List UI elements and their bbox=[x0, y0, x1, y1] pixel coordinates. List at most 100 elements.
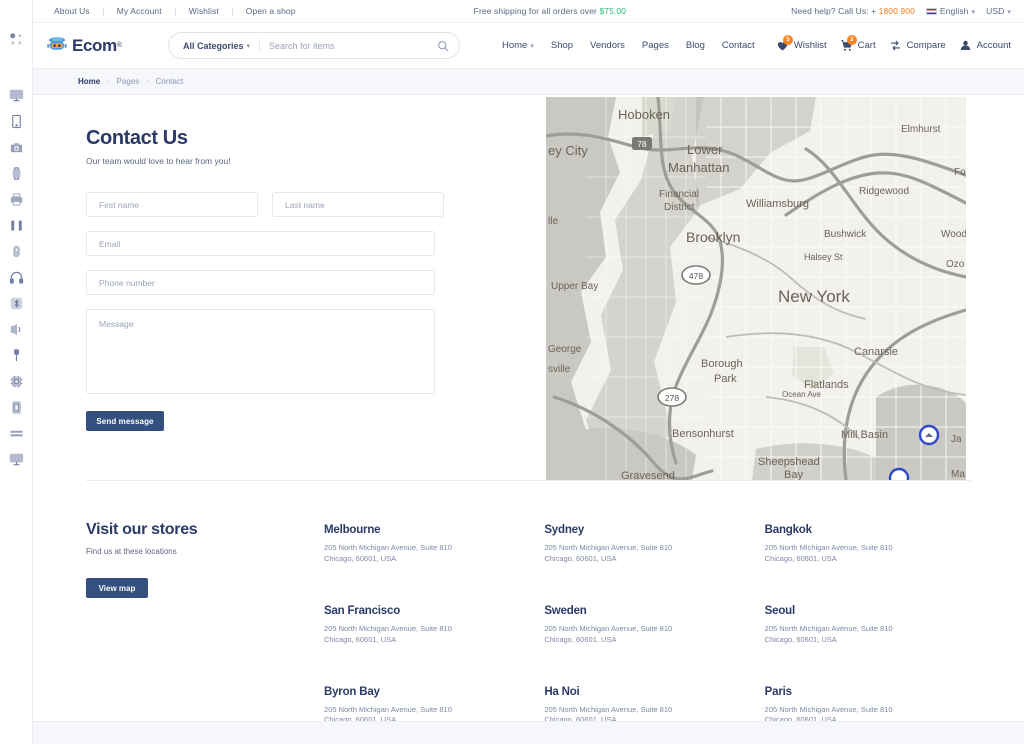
topbar-right-group: Need help? Call Us: + 1800 900 English ▾ … bbox=[791, 6, 1011, 16]
search-bar[interactable]: All Categories ▾ Search for items bbox=[168, 32, 460, 59]
cart-button[interactable]: 3 Cart bbox=[840, 34, 876, 53]
topbar-link-wishlist[interactable]: Wishlist bbox=[176, 6, 232, 16]
stores-subtitle: Find us at these locations bbox=[86, 547, 177, 556]
mouse-icon[interactable] bbox=[7, 242, 25, 260]
account-button[interactable]: Account bbox=[959, 39, 1011, 53]
chip-icon[interactable] bbox=[7, 372, 25, 390]
nav-item-home[interactable]: Home ▾ bbox=[502, 40, 534, 51]
map-place-label: George bbox=[548, 344, 582, 355]
map-place-label: Canarsie bbox=[854, 346, 898, 358]
headphones-icon[interactable] bbox=[7, 268, 25, 286]
language-label: English bbox=[939, 6, 969, 16]
topbar-link-about-us[interactable]: About Us bbox=[46, 6, 103, 16]
breadcrumb: Home › Pages › Contact bbox=[33, 68, 1024, 95]
name-row: First name Last name bbox=[86, 192, 466, 217]
map-place-label: Bay bbox=[784, 469, 803, 480]
brand-logo[interactable]: Ecom ® bbox=[46, 36, 156, 56]
brand-name: Ecom bbox=[72, 35, 117, 55]
store-address-line2: Chicago, 60601, USA bbox=[764, 553, 837, 563]
store-card[interactable]: Bangkok 205 North Michigan Avenue, Suite… bbox=[765, 524, 971, 565]
support-phone[interactable]: Need help? Call Us: + 1800 900 bbox=[791, 6, 915, 16]
view-map-button[interactable]: View map bbox=[86, 578, 148, 598]
store-card[interactable]: Melbourne 205 North Michigan Avenue, Sui… bbox=[324, 524, 530, 565]
stores-title: Visit our stores bbox=[86, 521, 198, 538]
map-place-label: Elmhurst bbox=[901, 124, 941, 135]
map-place-label: Park bbox=[714, 373, 737, 385]
send-message-button[interactable]: Send message bbox=[86, 411, 164, 431]
store-city: San Francisco bbox=[324, 604, 401, 617]
topbar-links[interactable]: About Us My Account Wishlist Open a shop bbox=[46, 6, 309, 16]
search-input[interactable]: Search for items bbox=[269, 41, 437, 51]
camera-icon[interactable] bbox=[7, 138, 25, 156]
map-place-label: Bushwick bbox=[824, 229, 867, 240]
wishlist-badge: 5 bbox=[782, 34, 793, 45]
store-card[interactable]: Seoul 205 North Michigan Avenue, Suite 8… bbox=[765, 605, 971, 646]
store-address: 205 North Michigan Avenue, Suite 810 Chic… bbox=[324, 543, 530, 565]
smartwatch-icon[interactable] bbox=[7, 164, 25, 182]
store-card[interactable]: Sweden 205 North Michigan Avenue, Suite … bbox=[544, 605, 750, 646]
map-place-label: ey City bbox=[548, 143, 588, 158]
store-card[interactable]: San Francisco 205 North Michigan Avenue,… bbox=[324, 605, 530, 646]
store-address-line2: Chicago, 60601, USA bbox=[324, 634, 397, 644]
highway-shield: 78 bbox=[632, 137, 652, 150]
search-icon[interactable] bbox=[437, 40, 449, 52]
speaker-icon[interactable] bbox=[7, 320, 25, 338]
topbar-link-my-account[interactable]: My Account bbox=[104, 6, 175, 16]
last-name-input[interactable]: Last name bbox=[272, 192, 444, 217]
category-select-label[interactable]: All Categories bbox=[183, 41, 244, 51]
location-map[interactable]: 78 478 278 Hoboken Elmhurst ey City Lower Ma… bbox=[546, 97, 966, 480]
store-city: Sydney bbox=[544, 524, 585, 536]
topbar-link-open-a-shop[interactable]: Open a shop bbox=[233, 6, 309, 16]
tablet-icon[interactable] bbox=[7, 112, 25, 130]
store-address-line1: 205 North Michigan Avenue, Suite 810 bbox=[764, 543, 893, 552]
message-textarea[interactable]: Message bbox=[86, 309, 435, 394]
store-address-line1: 205 North Michigan Avenue, Suite 810 bbox=[764, 623, 893, 633]
map-place-label: Borough bbox=[701, 358, 743, 370]
map-place-label: Upper Bay bbox=[551, 281, 598, 292]
map-place-label: Mill Basin bbox=[841, 429, 888, 441]
compare-button[interactable]: Compare bbox=[889, 39, 946, 53]
desktop-icon[interactable] bbox=[7, 450, 25, 468]
category-icon-rail[interactable] bbox=[0, 0, 33, 744]
bluetooth-icon[interactable] bbox=[7, 294, 25, 312]
nav-item-pages[interactable]: Pages bbox=[642, 40, 669, 51]
stores-section: Visit our stores Find us at these locati… bbox=[33, 481, 1024, 726]
map-place-label: Manhattan bbox=[668, 160, 729, 175]
chevron-right-icon: › bbox=[146, 78, 149, 85]
main-navigation[interactable]: Home ▾ Shop Vendors Pages Blog Contact bbox=[502, 40, 755, 51]
chevron-down-icon: ▾ bbox=[971, 9, 976, 16]
keyboard-icon[interactable] bbox=[7, 424, 25, 442]
wishlist-button[interactable]: 5 Wishlist bbox=[776, 34, 827, 53]
nav-item-contact[interactable]: Contact bbox=[722, 40, 755, 51]
language-selector[interactable]: English ▾ bbox=[925, 6, 976, 16]
monitor-icon[interactable] bbox=[7, 86, 25, 104]
map-canvas: 78 478 278 Hoboken Elmhurst ey City Lower Ma… bbox=[546, 97, 966, 480]
printer-icon[interactable] bbox=[7, 190, 25, 208]
breadcrumb-item-home[interactable]: Home bbox=[78, 77, 100, 86]
currency-selector[interactable]: USD ▾ bbox=[986, 6, 1011, 16]
map-location-marker-secondary[interactable] bbox=[888, 467, 910, 480]
earbuds-icon[interactable] bbox=[7, 216, 25, 234]
stores-grid: Melbourne 205 North Michigan Avenue, Sui… bbox=[291, 521, 971, 726]
utility-topbar: About Us My Account Wishlist Open a shop… bbox=[33, 0, 1024, 23]
phone-input[interactable]: Phone number bbox=[86, 270, 435, 295]
nav-item-shop[interactable]: Shop bbox=[551, 40, 573, 51]
map-location-marker[interactable] bbox=[918, 424, 940, 446]
store-city: Seoul bbox=[764, 604, 796, 617]
store-city: Ha Noi bbox=[544, 685, 580, 698]
breadcrumb-item-pages[interactable]: Pages bbox=[117, 77, 140, 86]
map-place-label: Halsey St bbox=[804, 252, 843, 262]
store-city: Byron Bay bbox=[324, 685, 380, 698]
powerbank-icon[interactable] bbox=[7, 398, 25, 416]
contact-form: Contact Us Our team would love to hear f… bbox=[86, 127, 466, 431]
nav-item-vendors[interactable]: Vendors bbox=[590, 40, 625, 51]
usb-cable-icon[interactable] bbox=[7, 346, 25, 364]
nav-item-blog[interactable]: Blog bbox=[686, 40, 705, 51]
store-address-line1: 205 North Michigan Avenue, Suite 810 bbox=[324, 623, 452, 633]
map-place-label: Bensonhurst bbox=[672, 428, 734, 440]
email-input[interactable]: Email bbox=[86, 231, 435, 256]
store-card[interactable]: Sydney 205 North Michigan Avenue, Suite … bbox=[544, 524, 750, 565]
apps-grid-icon[interactable] bbox=[7, 30, 25, 48]
highway-shield: 478 bbox=[681, 265, 711, 285]
first-name-input[interactable]: First name bbox=[86, 192, 258, 217]
